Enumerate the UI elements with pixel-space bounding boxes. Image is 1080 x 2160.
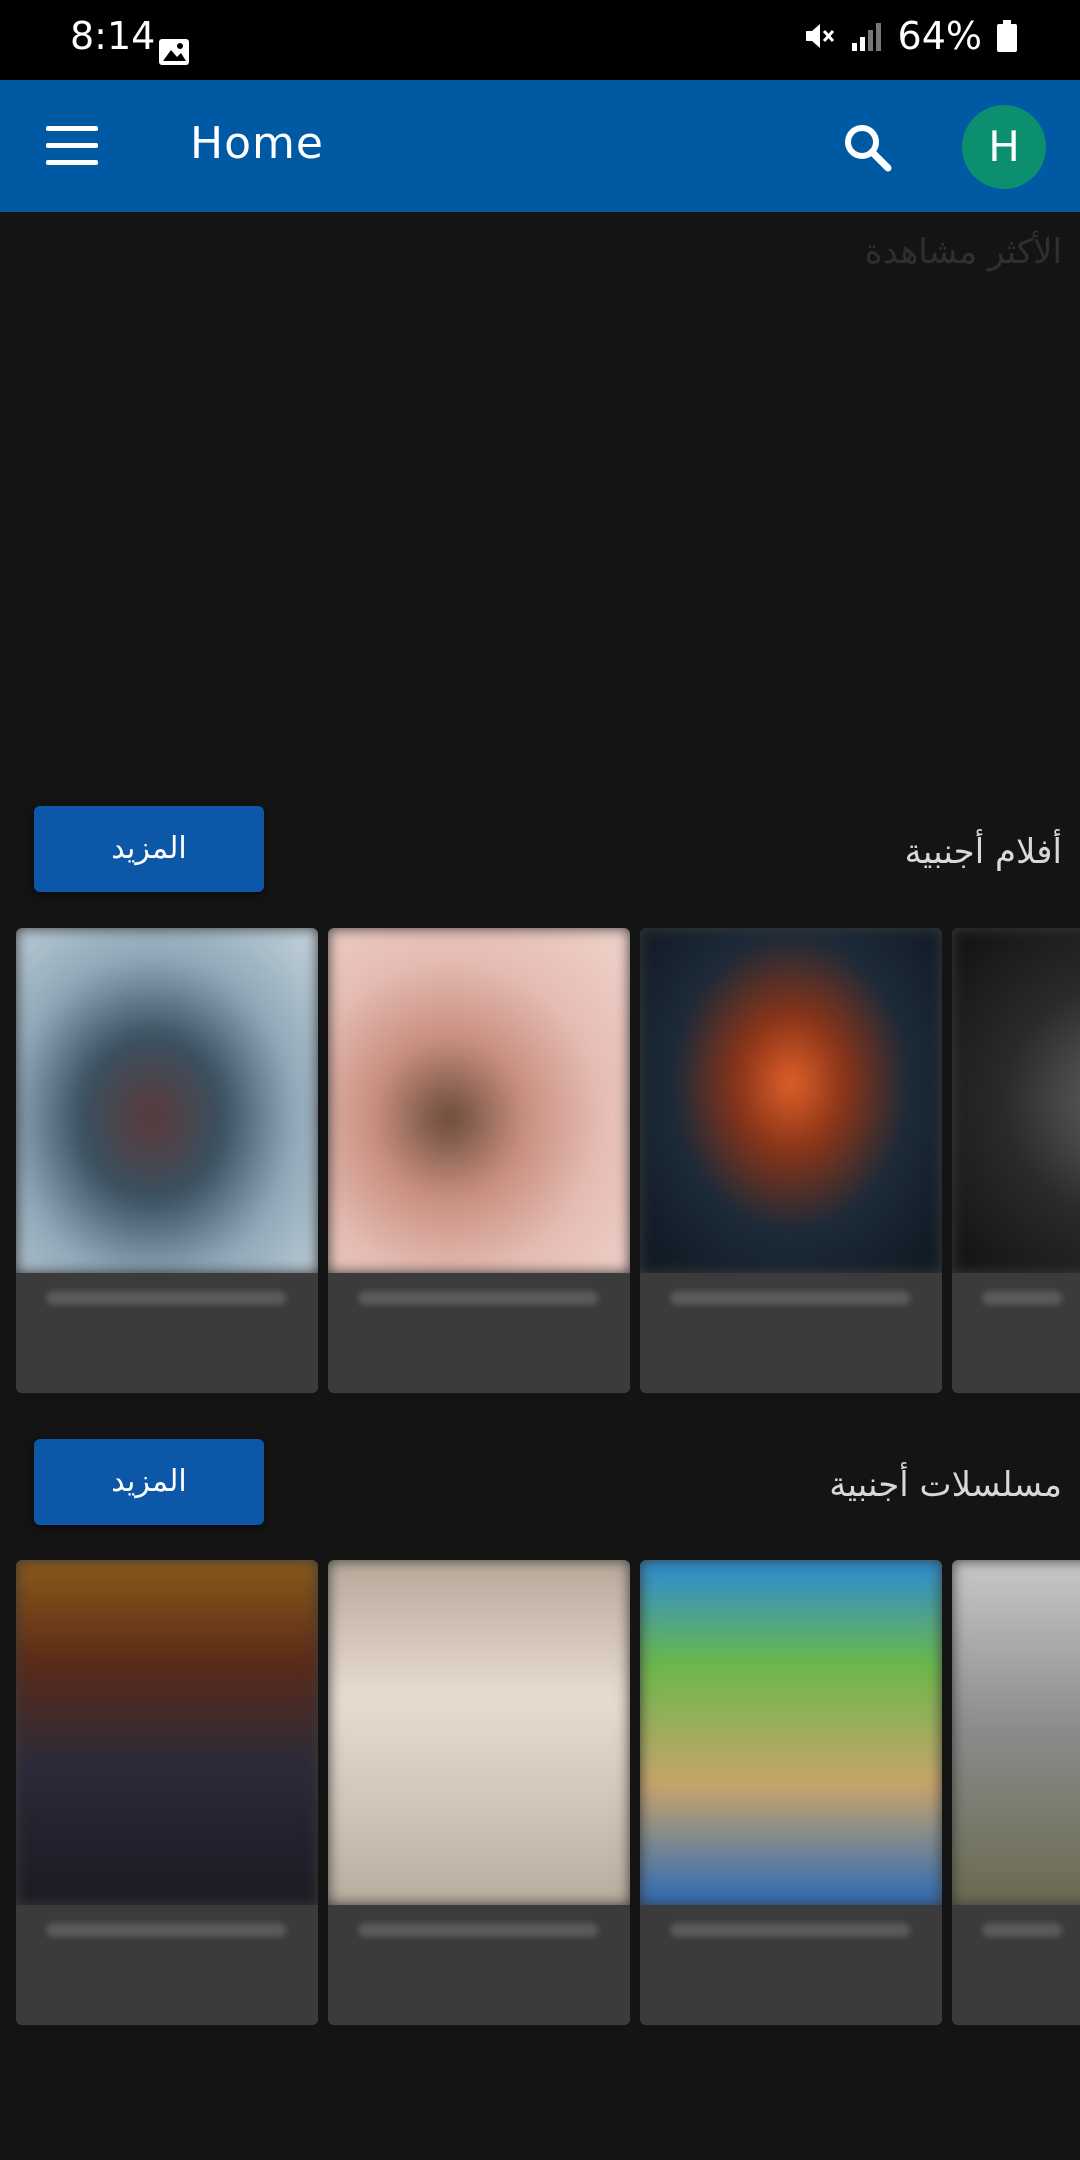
avatar[interactable]: H bbox=[962, 105, 1046, 189]
series-poster bbox=[640, 1560, 942, 1905]
movie-card[interactable] bbox=[16, 928, 318, 1393]
gallery-notification-icon bbox=[159, 39, 189, 65]
foreign-movies-more-button[interactable]: المزيد bbox=[34, 806, 264, 892]
foreign-series-row[interactable] bbox=[16, 1560, 1080, 2025]
movie-poster bbox=[640, 928, 942, 1273]
series-poster bbox=[328, 1560, 630, 1905]
foreign-series-more-button[interactable]: المزيد bbox=[34, 1439, 264, 1525]
movie-card[interactable] bbox=[640, 928, 942, 1393]
movie-poster bbox=[952, 928, 1080, 1273]
foreign-movies-row[interactable] bbox=[16, 928, 1080, 1393]
mute-icon bbox=[805, 24, 834, 48]
series-card[interactable] bbox=[952, 1560, 1080, 2025]
movie-card[interactable] bbox=[328, 928, 630, 1393]
movie-poster bbox=[16, 928, 318, 1273]
movie-card[interactable] bbox=[952, 928, 1080, 1393]
movie-poster bbox=[328, 928, 630, 1273]
series-card[interactable] bbox=[16, 1560, 318, 2025]
most-viewed-title: الأكثر مشاهدة bbox=[864, 232, 1062, 272]
foreign-series-title: مسلسلات أجنبية bbox=[829, 1465, 1062, 1505]
series-card[interactable] bbox=[640, 1560, 942, 2025]
series-card[interactable] bbox=[328, 1560, 630, 2025]
menu-icon[interactable] bbox=[46, 126, 98, 166]
battery-icon bbox=[997, 20, 1017, 52]
series-poster bbox=[952, 1560, 1080, 1905]
search-icon[interactable] bbox=[840, 120, 894, 174]
signal-icon bbox=[851, 23, 881, 51]
status-indicators: 64% bbox=[802, 14, 1018, 58]
battery-percentage: 64% bbox=[897, 14, 982, 58]
page-title: Home bbox=[190, 118, 324, 169]
status-bar: 8:14 64% bbox=[0, 0, 1080, 80]
series-poster bbox=[16, 1560, 318, 1905]
foreign-movies-title: أفلام أجنبية bbox=[904, 832, 1062, 872]
status-time: 8:14 bbox=[70, 14, 156, 58]
app-bar: Home H bbox=[0, 80, 1080, 212]
